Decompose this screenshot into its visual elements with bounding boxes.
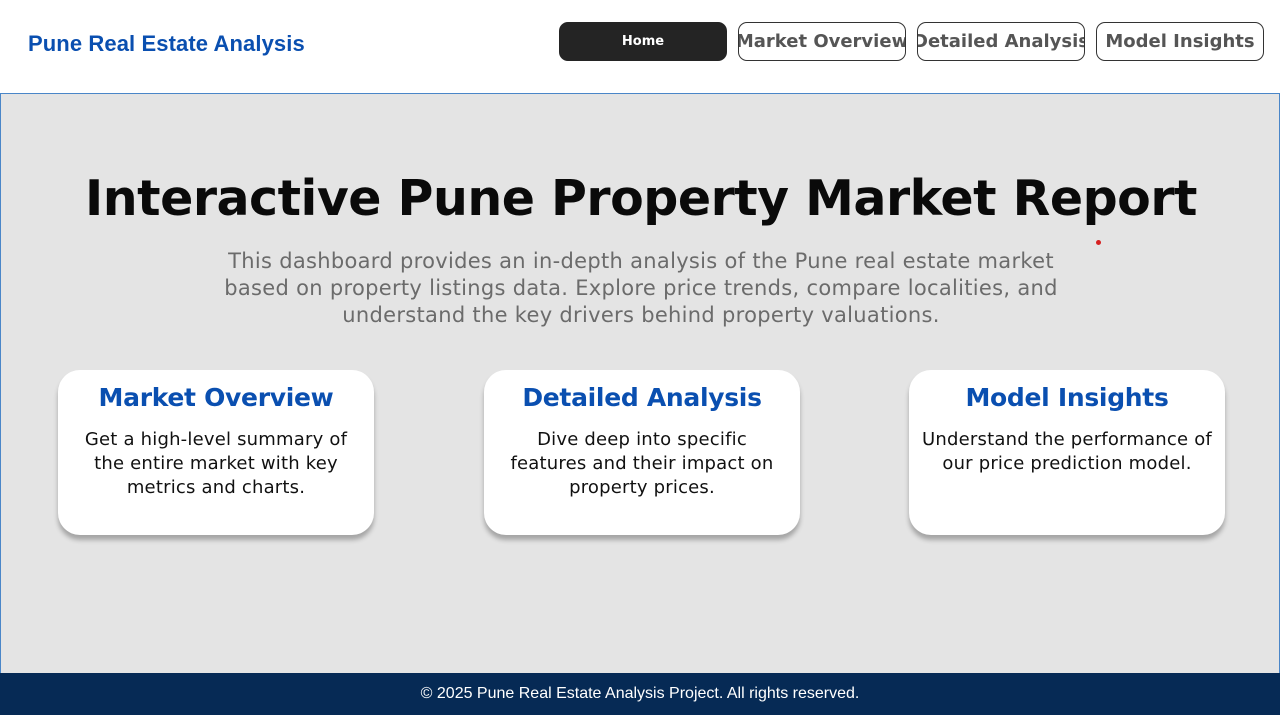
nav-detailed-analysis-button[interactable]: Detailed Analysis bbox=[917, 22, 1085, 61]
card-description: Get a high-level summary of the entire m… bbox=[84, 429, 348, 498]
main-nav: Home Market Overview Detailed Analysis M… bbox=[559, 22, 1264, 61]
page-title: Interactive Pune Property Market Report bbox=[85, 170, 1197, 227]
cursor-dot bbox=[1096, 240, 1101, 245]
card-title: Market Overview bbox=[98, 383, 334, 412]
card-market-overview[interactable]: Market Overview Get a high-level summary… bbox=[58, 370, 374, 535]
nav-market-overview-button[interactable]: Market Overview bbox=[738, 22, 906, 61]
card-description: Understand the performance of our price … bbox=[922, 429, 1212, 474]
page-footer: © 2025 Pune Real Estate Analysis Project… bbox=[0, 673, 1280, 715]
main-content: Interactive Pune Property Market Report … bbox=[0, 93, 1280, 673]
card-title: Detailed Analysis bbox=[522, 383, 762, 412]
card-description: Dive deep into specific features and the… bbox=[510, 429, 774, 498]
card-title: Model Insights bbox=[965, 383, 1169, 412]
top-header: Pune Real Estate Analysis Home Market Ov… bbox=[0, 0, 1280, 93]
page-subtitle: This dashboard provides an in-depth anal… bbox=[224, 249, 1058, 327]
footer-copyright: © 2025 Pune Real Estate Analysis Project… bbox=[420, 685, 860, 702]
card-detailed-analysis[interactable]: Detailed Analysis Dive deep into specifi… bbox=[484, 370, 800, 535]
nav-model-insights-button[interactable]: Model Insights bbox=[1096, 22, 1264, 61]
card-model-insights[interactable]: Model Insights Understand the performanc… bbox=[909, 370, 1225, 535]
nav-home-button[interactable]: Home bbox=[559, 22, 727, 61]
page: Pune Real Estate Analysis Home Market Ov… bbox=[0, 0, 1280, 715]
brand-title: Pune Real Estate Analysis bbox=[28, 31, 305, 56]
